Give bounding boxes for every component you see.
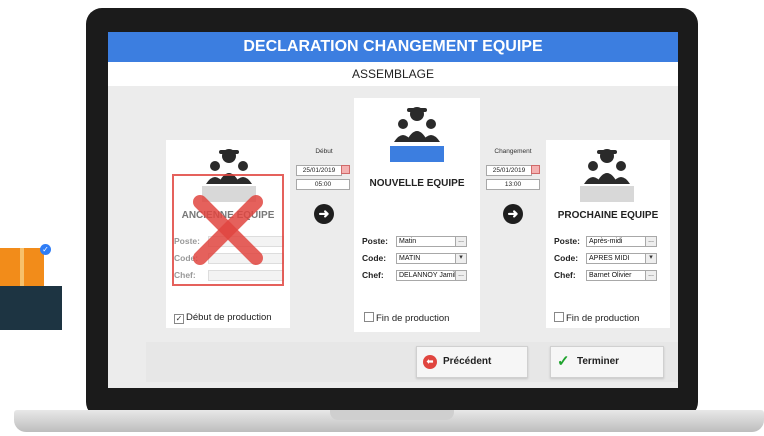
team-icon [394, 107, 440, 142]
start-label: Début [315, 148, 333, 155]
next-team-checkbox[interactable]: Fin de production [554, 312, 639, 324]
checkbox-unchecked-icon[interactable] [364, 312, 374, 322]
chevron-down-icon[interactable]: ▾ [455, 253, 467, 264]
new-code-select[interactable]: MATIN [396, 253, 456, 264]
finish-button-label: Terminer [577, 356, 620, 367]
start-time-field[interactable]: 05:00 [296, 179, 350, 190]
red-x-icon [172, 174, 284, 286]
previous-button-label: Précédent [443, 356, 492, 367]
calendar-icon[interactable] [531, 165, 540, 174]
next-poste-ellipsis-button[interactable]: ... [645, 236, 657, 247]
calendar-icon[interactable] [341, 165, 350, 174]
next-chef-label: Chef: [554, 270, 576, 280]
new-chef-label: Chef: [362, 270, 384, 280]
arrow-left-icon: ⬅ [423, 355, 437, 369]
team-desk [580, 186, 634, 202]
new-chef-ellipsis-button[interactable]: ... [455, 270, 467, 281]
next-code-label: Code: [554, 253, 579, 263]
next-chef-field[interactable]: Barnet Olivier [586, 270, 646, 281]
next-team-card: PROCHAINE EQUIPE Poste: Après-midi ... C… [546, 140, 670, 328]
new-poste-label: Poste: [362, 236, 388, 246]
arrow-right-icon: ➜ [314, 204, 334, 224]
checkbox-checked-icon[interactable]: ✓ [174, 314, 184, 324]
team-desk-active [390, 146, 444, 162]
new-code-label: Code: [362, 253, 387, 263]
old-team-checkbox[interactable]: ✓ Début de production [174, 312, 272, 324]
change-label: Changement [494, 148, 532, 155]
new-poste-field[interactable]: Matin [396, 236, 456, 247]
new-team-title: NOUVELLE EQUIPE [369, 178, 465, 189]
app-screen: DECLARATION CHANGEMENT EQUIPE ASSEMBLAGE… [108, 32, 678, 388]
window-subtitle: ASSEMBLAGE [108, 62, 678, 86]
start-date-field[interactable]: 25/01/2019 [296, 165, 342, 176]
finish-button[interactable]: ✓ Terminer [550, 346, 664, 378]
checkmark-icon: ✓ [557, 353, 570, 370]
next-code-select[interactable]: APRES MIDI [586, 253, 646, 264]
new-poste-ellipsis-button[interactable]: ... [455, 236, 467, 247]
laptop-notch [330, 410, 454, 420]
team-icon [584, 149, 630, 184]
new-team-card: NOUVELLE EQUIPE Poste: Matin ... Code: M… [354, 98, 480, 332]
new-chef-field[interactable]: DELANNOY Jamil [396, 270, 456, 281]
next-team-checkbox-label: Fin de production [566, 313, 640, 324]
change-time-field[interactable]: 13:00 [486, 179, 540, 190]
chevron-down-icon[interactable]: ▾ [645, 253, 657, 264]
x-mark-icon [193, 195, 263, 265]
checkbox-unchecked-icon[interactable] [554, 312, 564, 322]
next-team-title: PROCHAINE EQUIPE [557, 210, 659, 221]
previous-button[interactable]: ⬅ Précédent [416, 346, 528, 378]
next-poste-label: Poste: [554, 236, 580, 246]
gift-ribbon [20, 248, 24, 286]
old-team-card: ANCIENNE EQUIPE Poste: Code: Chef: ✓ Débu… [166, 140, 290, 328]
verified-badge-icon: ✓ [40, 244, 51, 255]
next-poste-field[interactable]: Après-midi [586, 236, 646, 247]
window-title: DECLARATION CHANGEMENT EQUIPE [108, 32, 678, 62]
next-chef-ellipsis-button[interactable]: ... [645, 270, 657, 281]
new-team-checkbox-label: Fin de production [376, 313, 450, 324]
arrow-right-icon: ➜ [503, 204, 523, 224]
new-team-checkbox[interactable]: Fin de production [364, 312, 449, 324]
dark-panel [0, 286, 62, 330]
old-team-checkbox-label: Début de production [186, 312, 272, 323]
change-date-field[interactable]: 25/01/2019 [486, 165, 532, 176]
